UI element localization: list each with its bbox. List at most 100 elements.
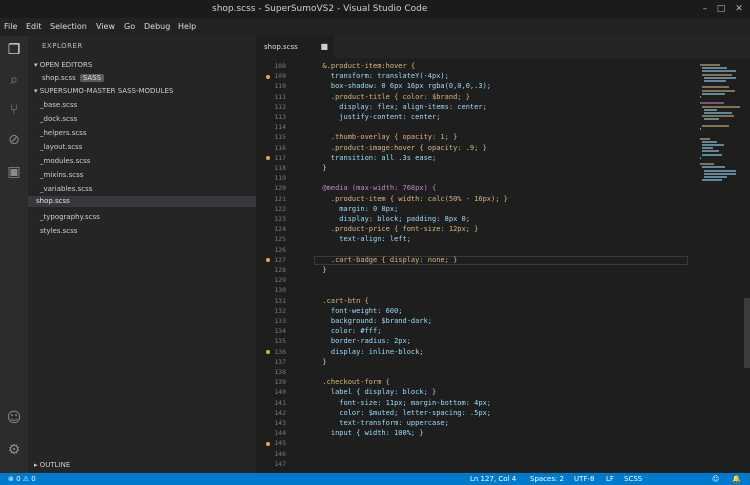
file-item[interactable]: styles.scss (40, 226, 77, 237)
line-number: 125 (274, 235, 286, 244)
minimap-line (700, 64, 720, 66)
code-line: justify-content: center; (314, 113, 441, 121)
language-mode[interactable]: SCSS (624, 475, 642, 483)
file-item[interactable]: _dock.scss (40, 114, 77, 125)
line-number: 136 (274, 347, 286, 356)
line-number: 122 (274, 204, 286, 213)
code-line: .product-price { font-size: 12px; } (314, 225, 479, 234)
line-number: 115 (274, 133, 286, 142)
indentation-status[interactable]: Spaces: 2 (530, 475, 564, 483)
menu-view[interactable]: View (96, 22, 115, 31)
file-item[interactable]: _mixins.scss (40, 170, 83, 181)
code-line: box-shadow: 0 6px 16px rgba(0,0,0,.3); (314, 82, 492, 91)
gear-icon[interactable]: ⚙ (4, 440, 24, 460)
menu-help[interactable]: Help (178, 22, 196, 31)
minimap-line (704, 108, 717, 111)
line-number: 114 (274, 123, 286, 132)
files-icon[interactable]: ❐ (4, 40, 24, 60)
minimize-button[interactable]: – (700, 4, 710, 14)
minimap-line (704, 176, 728, 178)
code-line: } (314, 164, 327, 172)
minimap-line (704, 172, 737, 175)
account-icon[interactable]: ☺ (4, 408, 24, 428)
outline-section[interactable]: ▸ OUTLINE (28, 460, 256, 471)
minimap-line (702, 153, 722, 156)
line-number: 119 (274, 174, 286, 183)
file-item[interactable]: _variables.scss (40, 184, 92, 195)
menu-edit[interactable]: Edit (26, 22, 42, 31)
project-folder-section[interactable]: ▾ SUPERSUMO-MASTER SASS-MODULES (28, 86, 256, 97)
debug-icon[interactable]: ⊘ (4, 130, 24, 150)
scrollbar-thumb[interactable] (744, 298, 750, 368)
minimap-line (702, 92, 725, 95)
menu-selection[interactable]: Selection (50, 22, 87, 31)
file-item[interactable]: _typography.scss (40, 212, 100, 223)
file-item[interactable]: _base.scss (40, 100, 77, 111)
cursor-position[interactable]: Ln 127, Col 4 (470, 475, 516, 483)
problems-indicator[interactable]: ⊗ 0 ⚠ 0 (8, 475, 36, 483)
close-tab-icon[interactable]: ■ (320, 36, 328, 58)
line-number: 147 (274, 459, 286, 468)
code-line: @media (max-width: 768px) { (314, 184, 437, 193)
minimap[interactable] (694, 58, 744, 473)
file-item[interactable]: _helpers.scss (40, 128, 86, 139)
explorer-sidebar: EXPLORER ▾ OPEN EDITORS shop.scss SASS ▾ … (28, 36, 256, 473)
minimap-line (702, 140, 718, 143)
tab-label: shop.scss (264, 43, 298, 51)
minimap-line (700, 128, 701, 130)
line-number: 133 (274, 317, 286, 325)
code-line: .cart-btn { (314, 296, 369, 305)
line-number: 123 (274, 215, 286, 223)
line-number: 108 (274, 62, 286, 70)
minimap-line (702, 150, 720, 153)
menu-go[interactable]: Go (124, 22, 135, 31)
line-number: 140 (274, 388, 286, 397)
code-line: text-align: left; (314, 235, 411, 244)
gutter-change-marker (266, 258, 270, 263)
tab-shop-scss[interactable]: shop.scss ■ (256, 36, 334, 58)
menu-file[interactable]: File (4, 22, 17, 31)
minimap-line (702, 89, 736, 92)
minimap-line (700, 156, 701, 159)
line-number: 112 (274, 102, 286, 111)
open-editor-badge: SASS (79, 74, 105, 82)
encoding-status[interactable]: UTF-8 (574, 475, 594, 483)
vertical-scrollbar[interactable] (744, 58, 750, 473)
line-number: 116 (274, 143, 286, 152)
minimap-line (704, 169, 737, 172)
code-line: text-transform: uppercase; (314, 419, 449, 427)
git-icon[interactable]: ⑂ (4, 100, 24, 120)
code-editor[interactable]: &.product-item:hover { transform: transl… (314, 58, 688, 473)
gutter-change-marker (266, 74, 270, 79)
line-number-gutter: 108 109 110 111 112 113 114 115 116 117 118 119 120 1… (256, 58, 308, 473)
file-item-selected[interactable]: shop.scss (28, 196, 256, 207)
open-editor-item[interactable]: shop.scss SASS (42, 73, 105, 84)
feedback-icon[interactable]: ☺ (712, 475, 719, 483)
code-line: .product-image:hover { opacity: .9; } (314, 143, 487, 152)
notifications-icon[interactable]: 🔔 (732, 475, 741, 483)
maximize-button[interactable]: □ (716, 4, 726, 14)
eol-status[interactable]: LF (606, 475, 614, 483)
code-line: transition: all .3s ease; (314, 153, 437, 162)
code-line: color: #fff; (314, 327, 382, 336)
line-number: 129 (274, 276, 286, 285)
sidebar-header: EXPLORER (42, 42, 83, 50)
code-line: display: block; padding: 8px 0; (314, 215, 470, 223)
line-number: 128 (274, 266, 286, 274)
menu-debug[interactable]: Debug (144, 22, 170, 31)
code-line: font-weight: 600; (314, 306, 403, 315)
close-button[interactable]: ✕ (734, 4, 744, 14)
file-item[interactable]: _layout.scss (40, 142, 82, 153)
title-bar: shop.scss - SuperSumoVS2 - Visual Studio… (0, 0, 750, 18)
minimap-line (702, 147, 713, 150)
line-number: 117 (274, 153, 286, 162)
minimap-line (704, 118, 720, 121)
line-number: 146 (274, 449, 286, 458)
extensions-icon[interactable]: ▣ (4, 162, 24, 182)
minimap-line (702, 73, 732, 76)
file-item[interactable]: _modules.scss (40, 156, 90, 167)
minimap-line (704, 112, 732, 114)
open-editors-section[interactable]: ▾ OPEN EDITORS (28, 60, 256, 71)
search-icon[interactable]: ⌕ (4, 70, 24, 90)
line-number: 121 (274, 194, 286, 203)
